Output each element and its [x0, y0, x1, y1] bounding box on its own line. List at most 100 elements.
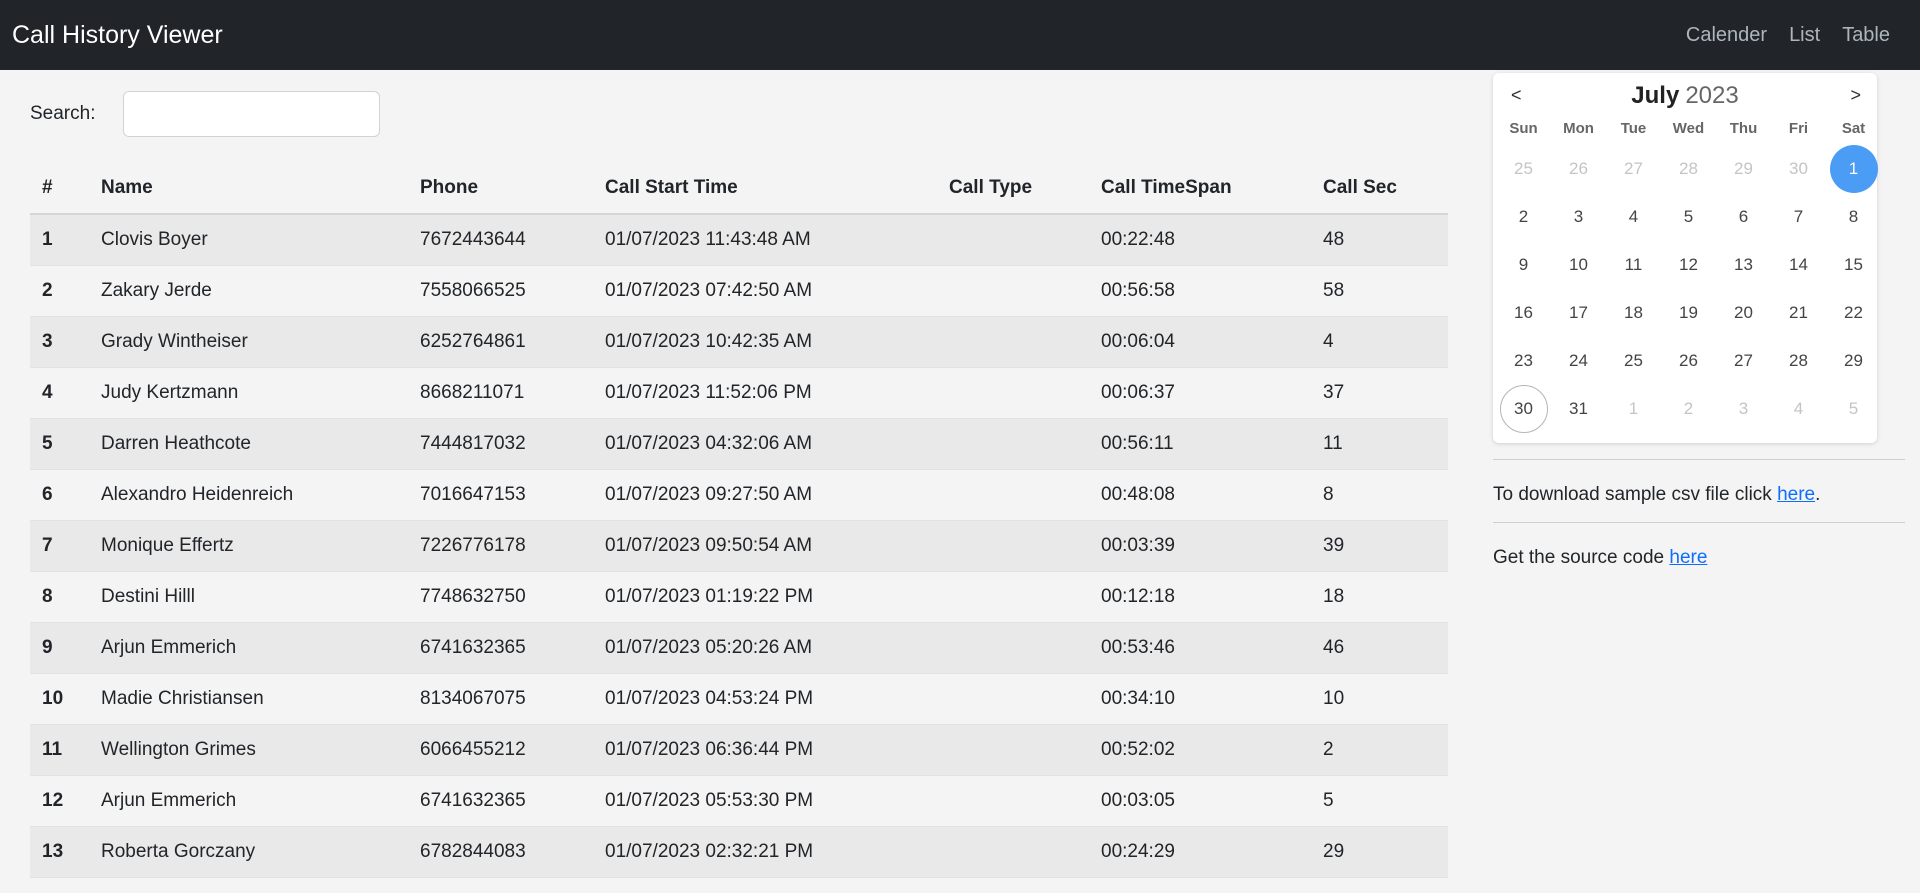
cell-call-sec: 37 — [1311, 367, 1448, 419]
cell-call-start-time: 01/07/2023 06:36:44 PM — [593, 724, 937, 776]
calendar-day[interactable]: 14 — [1775, 241, 1823, 289]
calendar-day[interactable]: 2 — [1665, 385, 1713, 433]
calendar-day[interactable]: 25 — [1500, 145, 1548, 193]
calendar-day[interactable]: 2 — [1500, 193, 1548, 241]
calendar-day[interactable]: 5 — [1665, 193, 1713, 241]
calendar-day[interactable]: 4 — [1610, 193, 1658, 241]
calendar-day[interactable]: 1 — [1610, 385, 1658, 433]
header-call-start-time[interactable]: Call Start Time — [593, 163, 937, 215]
calendar-day[interactable]: 16 — [1500, 289, 1548, 337]
source-code-link[interactable]: here — [1669, 547, 1707, 568]
cell-call-start-time: 01/07/2023 05:20:26 AM — [593, 622, 937, 674]
cell-call-start-time: 01/07/2023 04:32:06 AM — [593, 418, 937, 470]
calendar-day[interactable]: 3 — [1555, 193, 1603, 241]
table-row[interactable]: 1 Clovis Boyer 7672443644 01/07/2023 11:43:… — [30, 214, 1448, 266]
table-row[interactable]: 6 Alexandro Heidenreich 7016647153 01/07/20… — [30, 469, 1448, 521]
calendar-day[interactable]: 19 — [1665, 289, 1713, 337]
calendar-day[interactable]: 24 — [1555, 337, 1603, 385]
table-row[interactable]: 7 Monique Effertz 7226776178 01/07/2023 09:… — [30, 520, 1448, 572]
table-row[interactable]: 8 Destini Hilll 7748632750 01/07/2023 01:19… — [30, 571, 1448, 623]
calendar-day[interactable]: 4 — [1775, 385, 1823, 433]
calendar-day[interactable]: 29 — [1830, 337, 1878, 385]
cell-call-type — [937, 418, 1089, 470]
weekday-label: Sun — [1509, 120, 1538, 137]
cell-index: 7 — [30, 520, 89, 572]
app-title[interactable]: Call History Viewer — [12, 21, 223, 50]
cell-call-sec: 4 — [1311, 316, 1448, 368]
next-month-button[interactable]: > — [1850, 85, 1861, 106]
calendar-day[interactable]: 5 — [1830, 385, 1878, 433]
header-call-sec[interactable]: Call Sec — [1311, 163, 1448, 215]
calendar-day[interactable]: 25 — [1610, 337, 1658, 385]
calendar-day[interactable]: 9 — [1500, 241, 1548, 289]
download-csv-link[interactable]: here — [1777, 484, 1815, 505]
table-row[interactable]: 9 Arjun Emmerich 6741632365 01/07/2023 05:2… — [30, 622, 1448, 674]
calendar-day[interactable]: 26 — [1665, 337, 1713, 385]
nav-link-table[interactable]: Table — [1842, 24, 1890, 47]
table-row[interactable]: 11 Wellington Grimes 6066455212 01/07/2023 … — [30, 724, 1448, 776]
cell-call-sec: 5 — [1311, 775, 1448, 827]
calendar-day[interactable]: 29 — [1720, 145, 1768, 193]
main-content: Search: # Name Phone Call Start Time Cal… — [0, 70, 1920, 893]
calendar-day[interactable]: 22 — [1830, 289, 1878, 337]
cell-call-start-time: 01/07/2023 11:43:48 AM — [593, 214, 937, 266]
table-row[interactable]: 5 Darren Heathcote 7444817032 01/07/2023 04… — [30, 418, 1448, 470]
calendar-day[interactable]: 20 — [1720, 289, 1768, 337]
table-row[interactable]: 2 Zakary Jerde 7558066525 01/07/2023 07:42:… — [30, 265, 1448, 317]
calendar-day[interactable]: 28 — [1665, 145, 1713, 193]
cell-call-start-time: 01/07/2023 04:53:24 PM — [593, 673, 937, 725]
calendar-day[interactable]: 17 — [1555, 289, 1603, 337]
cell-call-sec: 58 — [1311, 265, 1448, 317]
cell-phone: 6252764861 — [408, 316, 593, 368]
calendar-day[interactable]: 10 — [1555, 241, 1603, 289]
cell-name: Monique Effertz — [89, 520, 408, 572]
prev-month-button[interactable]: < — [1511, 85, 1522, 106]
calendar-day[interactable]: 12 — [1665, 241, 1713, 289]
table-row[interactable]: 4 Judy Kertzmann 8668211071 01/07/2023 11:5… — [30, 367, 1448, 419]
calendar-day[interactable]: 6 — [1720, 193, 1768, 241]
table-row[interactable]: 10 Madie Christiansen 8134067075 01/07/2023… — [30, 673, 1448, 725]
calendar-day[interactable]: 18 — [1610, 289, 1658, 337]
search-input[interactable] — [123, 91, 380, 137]
calendar-day[interactable]: 27 — [1720, 337, 1768, 385]
calendar-day[interactable]: 26 — [1555, 145, 1603, 193]
download-text: To download sample csv file click — [1493, 484, 1778, 505]
weekday-label: Sat — [1841, 120, 1866, 137]
calendar-day[interactable]: 13 — [1720, 241, 1768, 289]
calendar-day[interactable]: 3 — [1720, 385, 1768, 433]
cell-call-sec: 8 — [1311, 469, 1448, 521]
calendar-day[interactable]: 7 — [1775, 193, 1823, 241]
header-index[interactable]: # — [30, 163, 89, 215]
table-row[interactable]: 13 Roberta Gorczany 6782844083 01/07/2023 0… — [30, 826, 1448, 878]
calendar-day[interactable]: 23 — [1500, 337, 1548, 385]
cell-index: 8 — [30, 571, 89, 623]
calendar-day[interactable]: 31 — [1555, 385, 1603, 433]
table-row[interactable]: 12 Arjun Emmerich 6741632365 01/07/2023 05:… — [30, 775, 1448, 827]
cell-index: 4 — [30, 367, 89, 419]
nav-link-calender[interactable]: Calender — [1686, 24, 1767, 47]
calendar-day[interactable]: 15 — [1830, 241, 1878, 289]
header-call-timespan[interactable]: Call TimeSpan — [1089, 163, 1311, 215]
calendar-month[interactable]: July — [1631, 82, 1679, 110]
nav-link-list[interactable]: List — [1789, 24, 1820, 47]
cell-name: Darren Heathcote — [89, 418, 408, 470]
table-row[interactable]: 3 Grady Wintheiser 6252764861 01/07/2023 10… — [30, 316, 1448, 368]
calendar-year[interactable]: 2023 — [1685, 82, 1738, 110]
calendar-day-today[interactable]: 30 — [1499, 385, 1548, 433]
cell-call-type — [937, 673, 1089, 725]
cell-phone: 7444817032 — [408, 418, 593, 470]
calendar-day[interactable]: 27 — [1610, 145, 1658, 193]
cell-call-timespan: 00:52:02 — [1089, 724, 1311, 776]
header-call-type[interactable]: Call Type — [937, 163, 1089, 215]
header-phone[interactable]: Phone — [408, 163, 593, 215]
calendar-day-selected[interactable]: 1 — [1829, 145, 1878, 193]
weekday-label: Wed — [1672, 120, 1705, 137]
cell-call-timespan: 00:06:04 — [1089, 316, 1311, 368]
calendar-day[interactable]: 8 — [1830, 193, 1878, 241]
header-name[interactable]: Name — [89, 163, 408, 215]
calendar-day[interactable]: 28 — [1775, 337, 1823, 385]
calendar-day[interactable]: 11 — [1610, 241, 1658, 289]
calendar-day[interactable]: 21 — [1775, 289, 1823, 337]
calendar-day[interactable]: 30 — [1775, 145, 1823, 193]
cell-phone: 6782844083 — [408, 826, 593, 878]
